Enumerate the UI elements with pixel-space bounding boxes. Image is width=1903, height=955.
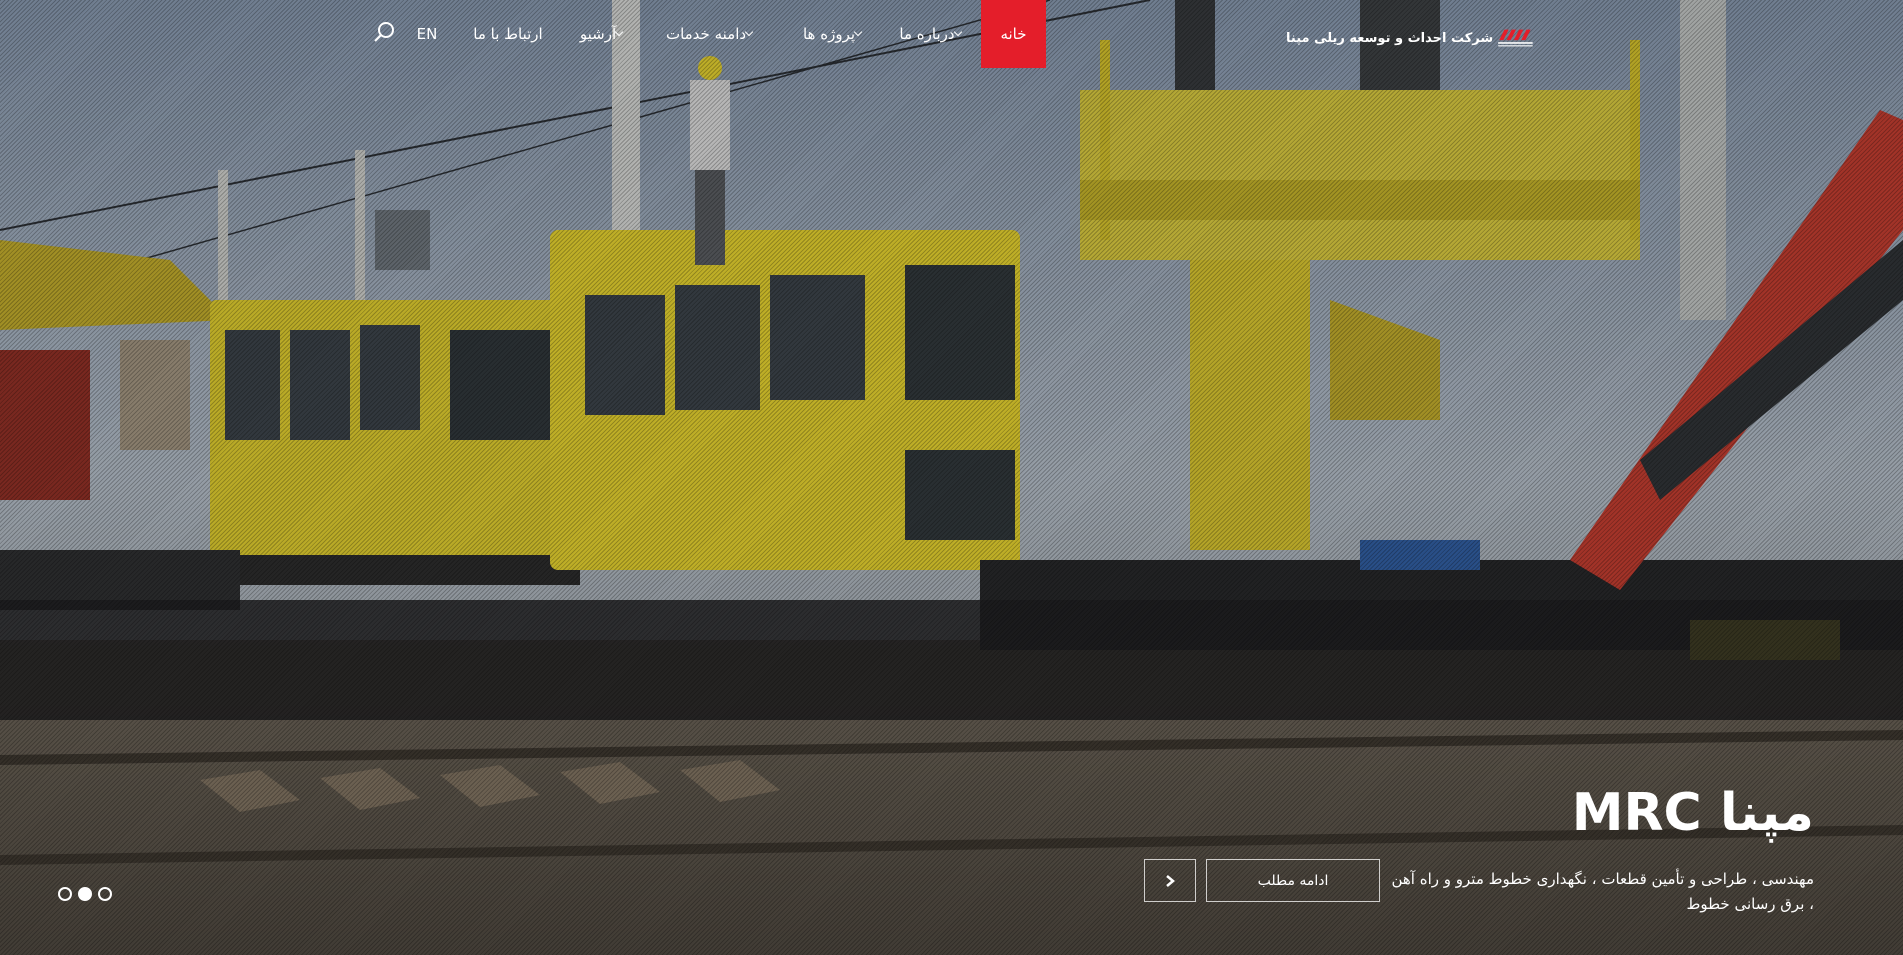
mapna-logo-icon [1498, 29, 1533, 47]
read-more-label: ادامه مطلب [1257, 872, 1329, 889]
nav-item-label: پروژه ها [802, 25, 856, 43]
nav-item-services[interactable]: دامنه خدمات [658, 0, 766, 68]
nav-item-about[interactable]: درباره ما [895, 0, 971, 68]
nav-item-archive[interactable]: آرشیو [574, 0, 634, 68]
slider-pagination [58, 887, 112, 901]
slide-title: مپنا MRC [1571, 782, 1814, 843]
slider-dot[interactable] [58, 887, 72, 901]
nav-item-label: ارتباط با ما [473, 25, 543, 43]
nav-item-label: دامنه خدمات [665, 25, 747, 43]
chevron-down-icon [614, 27, 624, 37]
slider-dot[interactable] [78, 887, 92, 901]
nav-item-projects[interactable]: پروژه ها [794, 0, 876, 68]
slide-description: مهندسی ، طراحی و تأمین قطعات ، نگهداری خ… [1391, 870, 1814, 913]
chevron-down-icon [953, 27, 962, 37]
search-button[interactable] [373, 20, 397, 44]
chevron-right-icon [1166, 874, 1175, 887]
slider-dot[interactable] [98, 887, 112, 901]
read-more-button[interactable]: ادامه مطلب [1206, 859, 1380, 902]
language-switch[interactable]: EN [410, 0, 444, 68]
nav-item-label: درباره ما [899, 25, 955, 43]
brand-name: شرکت احداث و توسعه ریلی مپنا [1286, 30, 1494, 46]
chevron-down-icon [853, 27, 863, 37]
nav-item-label: خانه [1000, 25, 1027, 43]
nav-item-contact[interactable]: ارتباط با ما [468, 0, 548, 68]
search-icon [374, 22, 394, 42]
main-navbar: شرکت احداث و توسعه ریلی مپنا خانه درباره… [0, 0, 1903, 68]
brand-logo[interactable]: شرکت احداث و توسعه ریلی مپنا [1286, 12, 1536, 64]
language-label: EN [416, 25, 438, 43]
nav-item-label: آرشیو [579, 25, 617, 43]
nav-item-home[interactable]: خانه [981, 0, 1046, 68]
chevron-down-icon [744, 27, 754, 37]
next-slide-button[interactable] [1144, 859, 1196, 902]
